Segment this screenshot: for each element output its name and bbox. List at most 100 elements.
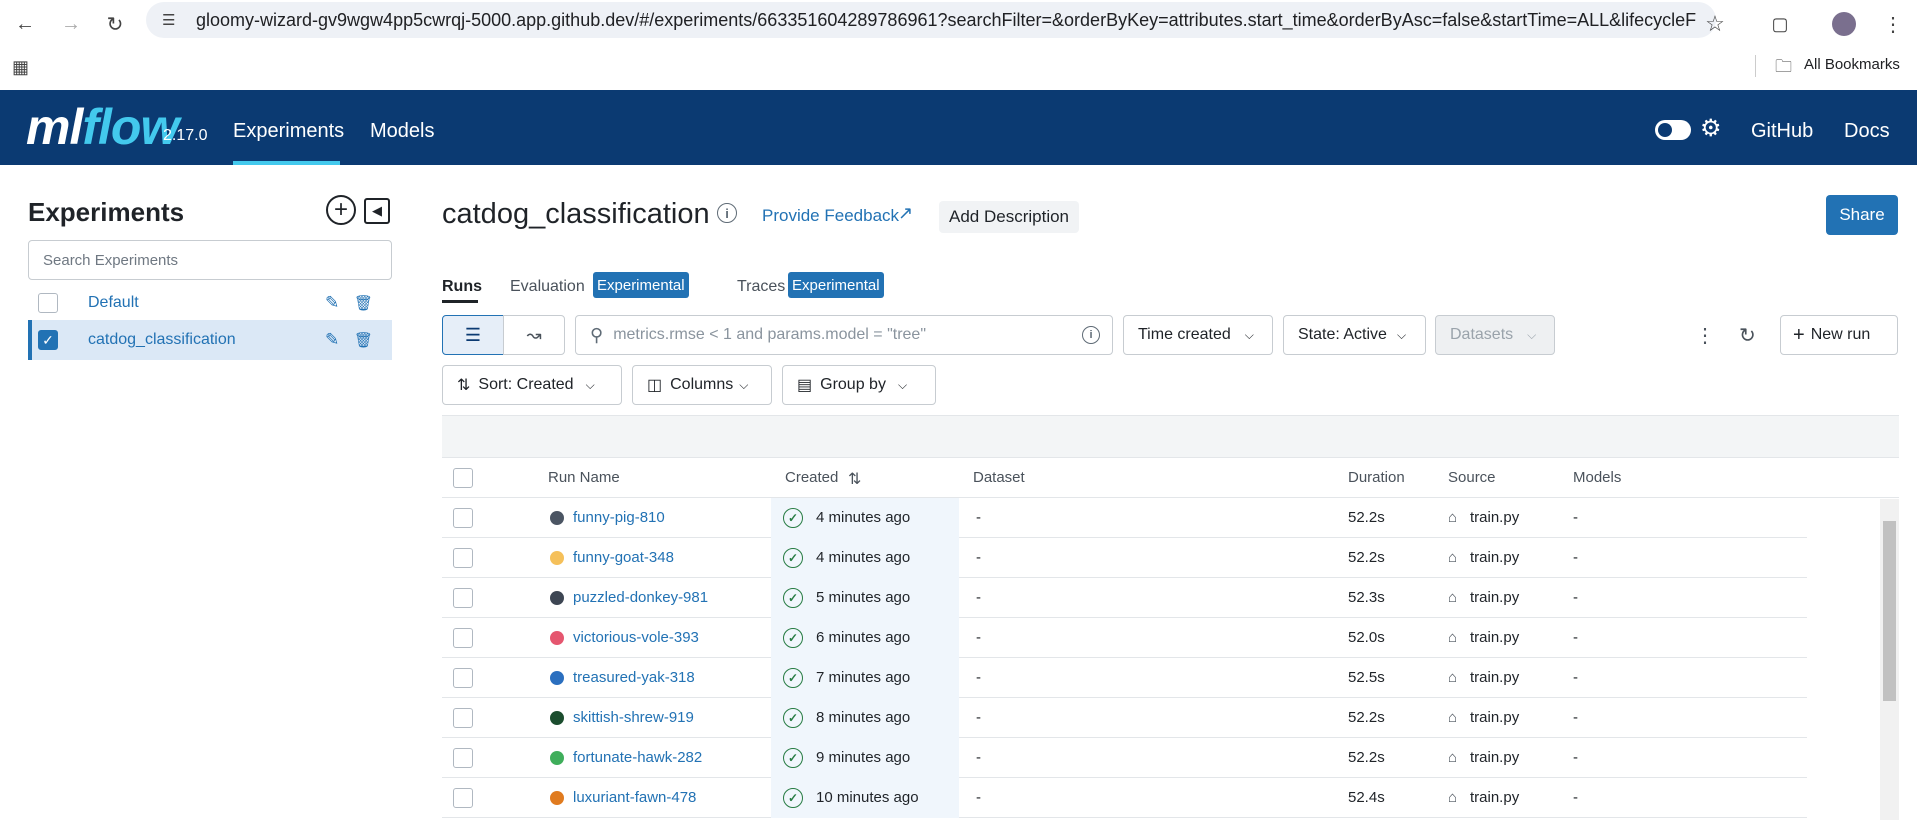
new-run-button[interactable]: + New run <box>1780 315 1898 355</box>
column-header-duration[interactable]: Duration <box>1348 469 1405 486</box>
run-name-link[interactable]: funny-pig-810 <box>573 509 665 526</box>
source-name[interactable]: train.py <box>1470 669 1519 686</box>
run-name-link[interactable]: skittish-shrew-919 <box>573 709 694 726</box>
extensions-icon[interactable]: ▢ <box>1762 6 1798 42</box>
time-created-dropdown[interactable]: Time created ⌵ <box>1123 315 1273 355</box>
run-color-dot[interactable] <box>550 751 564 765</box>
table-row[interactable]: fortunate-hawk-282 ✓ 9 minutes ago - 52.2s ⌂ t… <box>442 738 1807 778</box>
table-row[interactable]: puzzled-donkey-981 ✓ 5 minutes ago - 52.3s ⌂ t… <box>442 578 1807 618</box>
row-checkbox[interactable] <box>453 708 473 728</box>
add-experiment-icon[interactable]: + <box>326 195 356 225</box>
provide-feedback-link[interactable]: Provide Feedback <box>762 206 899 226</box>
column-header-source[interactable]: Source <box>1448 469 1496 486</box>
bookmark-star-icon[interactable]: ☆ <box>1697 6 1733 42</box>
edit-icon[interactable]: ✎ <box>325 330 339 350</box>
delete-icon[interactable]: 🗑 <box>354 294 373 312</box>
datasets-dropdown[interactable]: Datasets ⌵ <box>1435 315 1555 355</box>
source-name[interactable]: train.py <box>1470 549 1519 566</box>
all-bookmarks-link[interactable]: All Bookmarks <box>1804 56 1900 73</box>
run-color-dot[interactable] <box>550 551 564 565</box>
chart-view-icon[interactable]: ↝ <box>503 315 565 355</box>
browser-menu-icon[interactable]: ⋮ <box>1875 6 1911 42</box>
nav-github[interactable]: GitHub <box>1751 120 1813 143</box>
column-header-created[interactable]: Created <box>785 469 838 486</box>
table-row[interactable]: funny-pig-810 ✓ 4 minutes ago - 52.2s ⌂ train.… <box>442 498 1807 538</box>
run-color-dot[interactable] <box>550 671 564 685</box>
columns-dropdown[interactable]: ◫ Columns ⌵ <box>632 365 772 405</box>
info-icon[interactable]: i <box>717 203 737 223</box>
experiment-item-catdog[interactable]: ✓ catdog_classification ✎ 🗑 <box>28 320 392 360</box>
tab-traces[interactable]: Traces <box>737 278 785 296</box>
select-all-checkbox[interactable] <box>453 468 473 488</box>
nav-experiments[interactable]: Experiments <box>233 120 344 143</box>
run-color-dot[interactable] <box>550 791 564 805</box>
table-scrollbar[interactable] <box>1880 499 1899 820</box>
more-options-icon[interactable]: ⋮ <box>1695 323 1715 348</box>
run-filter-input[interactable]: ⚲ metrics.rmse < 1 and params.model = "t… <box>575 315 1113 355</box>
row-checkbox[interactable] <box>453 588 473 608</box>
table-view-icon[interactable]: ☰ <box>442 315 504 355</box>
row-checkbox[interactable] <box>453 508 473 528</box>
table-row[interactable]: luxuriant-fawn-478 ✓ 10 minutes ago - 52.4s ⌂… <box>442 778 1807 818</box>
experiment-checkbox-checked[interactable]: ✓ <box>38 330 58 350</box>
run-color-dot[interactable] <box>550 591 564 605</box>
profile-avatar[interactable] <box>1826 6 1862 42</box>
share-button[interactable]: Share <box>1826 195 1898 235</box>
external-link-icon[interactable]: ↗ <box>898 203 913 224</box>
run-name-link[interactable]: victorious-vole-393 <box>573 629 699 646</box>
experiment-name[interactable]: catdog_classification <box>88 331 236 349</box>
forward-icon[interactable]: → <box>53 6 89 42</box>
source-name[interactable]: train.py <box>1470 629 1519 646</box>
state-dropdown[interactable]: State: Active ⌵ <box>1283 315 1426 355</box>
source-name[interactable]: train.py <box>1470 509 1519 526</box>
nav-docs[interactable]: Docs <box>1844 120 1890 143</box>
experiment-name[interactable]: Default <box>88 294 139 312</box>
group-by-dropdown[interactable]: ▤ Group by ⌵ <box>782 365 936 405</box>
experiment-item-default[interactable]: Default ✎ 🗑 <box>28 283 392 323</box>
row-checkbox[interactable] <box>453 668 473 688</box>
scrollbar-thumb[interactable] <box>1883 521 1896 701</box>
run-name-link[interactable]: funny-goat-348 <box>573 549 674 566</box>
delete-icon[interactable]: 🗑 <box>354 331 373 349</box>
address-bar[interactable]: ☰ gloomy-wizard-gv9wgw4pp5cwrqj-5000.app… <box>146 2 1716 38</box>
collapse-sidebar-icon[interactable]: ◀ <box>364 198 390 224</box>
sort-desc-icon[interactable]: ⇅ <box>848 469 861 489</box>
table-row[interactable]: treasured-yak-318 ✓ 7 minutes ago - 52.5s ⌂ tr… <box>442 658 1807 698</box>
source-name[interactable]: train.py <box>1470 589 1519 606</box>
tab-runs[interactable]: Runs <box>442 278 482 296</box>
experiment-checkbox[interactable] <box>38 293 58 313</box>
edit-icon[interactable]: ✎ <box>325 293 339 313</box>
row-checkbox[interactable] <box>453 548 473 568</box>
theme-toggle[interactable] <box>1655 120 1691 140</box>
row-checkbox[interactable] <box>453 628 473 648</box>
site-info-icon[interactable]: ☰ <box>162 11 188 29</box>
refresh-icon[interactable]: ↻ <box>1739 323 1756 348</box>
source-name[interactable]: train.py <box>1470 709 1519 726</box>
tab-evaluation[interactable]: Evaluation <box>510 278 585 296</box>
run-name-link[interactable]: fortunate-hawk-282 <box>573 749 702 766</box>
nav-models[interactable]: Models <box>370 120 434 143</box>
run-color-dot[interactable] <box>550 711 564 725</box>
back-icon[interactable]: ← <box>7 6 43 42</box>
row-checkbox[interactable] <box>453 788 473 808</box>
reload-icon[interactable]: ↻ <box>97 6 133 42</box>
source-name[interactable]: train.py <box>1470 789 1519 806</box>
table-row[interactable]: skittish-shrew-919 ✓ 8 minutes ago - 52.2s ⌂ t… <box>442 698 1807 738</box>
source-name[interactable]: train.py <box>1470 749 1519 766</box>
mlflow-logo[interactable]: mlflow <box>26 98 179 156</box>
apps-grid-icon[interactable]: ▦ <box>12 57 29 78</box>
sort-dropdown[interactable]: ⇅ Sort: Created ⌵ <box>442 365 622 405</box>
run-color-dot[interactable] <box>550 631 564 645</box>
row-checkbox[interactable] <box>453 748 473 768</box>
table-row[interactable]: victorious-vole-393 ✓ 6 minutes ago - 52.0s ⌂… <box>442 618 1807 658</box>
search-experiments-input[interactable]: Search Experiments <box>28 240 392 280</box>
run-name-link[interactable]: treasured-yak-318 <box>573 669 695 686</box>
run-name-link[interactable]: puzzled-donkey-981 <box>573 589 708 606</box>
column-header-models[interactable]: Models <box>1573 469 1621 486</box>
run-name-link[interactable]: luxuriant-fawn-478 <box>573 789 696 806</box>
column-header-run-name[interactable]: Run Name <box>548 469 620 486</box>
add-description-button[interactable]: Add Description <box>939 201 1080 233</box>
table-row[interactable]: funny-goat-348 ✓ 4 minutes ago - 52.2s ⌂ train… <box>442 538 1807 578</box>
filter-info-icon[interactable]: i <box>1082 326 1100 344</box>
column-header-dataset[interactable]: Dataset <box>973 469 1025 486</box>
